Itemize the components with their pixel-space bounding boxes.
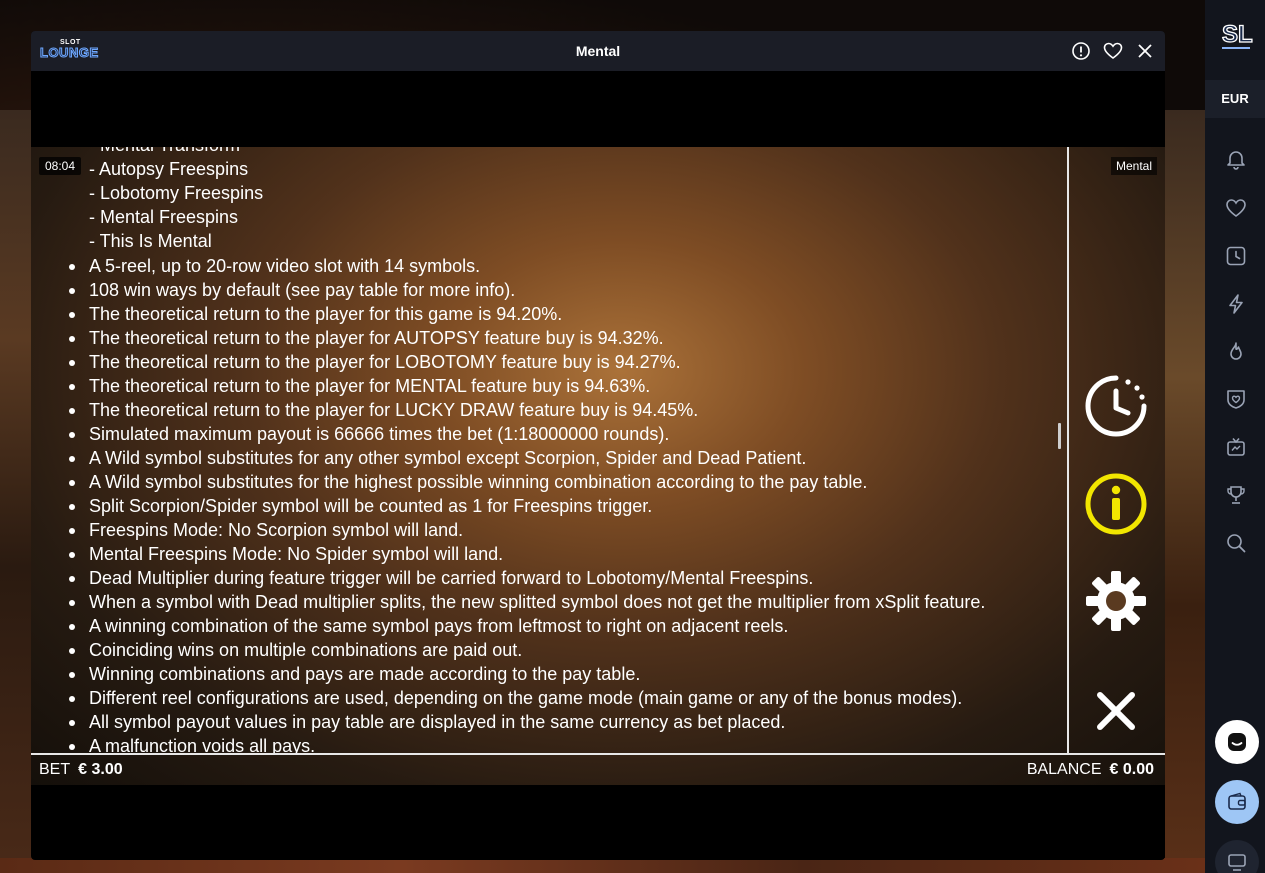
- live-tv-icon[interactable]: [1225, 436, 1247, 458]
- balance-value: € 0.00: [1109, 761, 1154, 778]
- close-rules-button[interactable]: [1083, 678, 1149, 744]
- report-icon[interactable]: [1071, 41, 1091, 61]
- chat-icon: [1228, 733, 1246, 751]
- sl-logo[interactable]: SL: [1219, 16, 1253, 52]
- rules-list-item: Coinciding wins on multiple combinations…: [68, 640, 523, 660]
- rules-list-item: Dead Multiplier during feature trigger w…: [68, 568, 814, 588]
- info-icon: [1085, 473, 1147, 535]
- favorite-heart-icon[interactable]: [1103, 41, 1123, 61]
- rules-list-item: A Wild symbol substitutes for any other …: [68, 448, 807, 468]
- search-icon[interactable]: [1225, 532, 1247, 554]
- rules-list-item: The theoretical return to the player for…: [68, 376, 651, 396]
- bet-display: BET € 3.00: [39, 761, 123, 779]
- window-title: Mental: [575, 43, 621, 59]
- rules-list-item: All symbol payout values in pay table ar…: [68, 712, 786, 732]
- rules-list-item: When a symbol with Dead multiplier split…: [68, 592, 986, 612]
- sl-logo-text: SL: [1222, 21, 1253, 48]
- clock: 08:04: [39, 157, 82, 175]
- rules-list-item: The theoretical return to the player for…: [69, 352, 681, 372]
- lightning-icon[interactable]: [1225, 293, 1247, 315]
- info-button[interactable]: [1083, 471, 1149, 537]
- background-left: [0, 110, 34, 873]
- rules-list-item: Split Scorpion/Spider symbol will be cou…: [68, 496, 653, 516]
- settings-button[interactable]: [1083, 568, 1149, 634]
- game-name-label: Mental: [1110, 157, 1157, 175]
- rules-list-item: Simulated maximum payout is 66666 times …: [68, 424, 670, 444]
- close-icon: [1097, 692, 1135, 730]
- rules-list-item: Mental Freespins Mode: No Spider symbol …: [68, 544, 504, 564]
- vertical-divider: [1067, 147, 1069, 753]
- background-bottom: [0, 858, 1205, 873]
- hot-flame-icon[interactable]: [1225, 341, 1247, 363]
- close-window-icon[interactable]: [1135, 41, 1155, 61]
- feature-sub-line: - Mental Freespins: [89, 207, 239, 227]
- feature-sub-line: - Lobotomy Freespins: [89, 183, 264, 203]
- rules-list-item: A winning combination of the same symbol…: [68, 616, 789, 636]
- rules-list-item: The theoretical return to the player for…: [68, 304, 563, 324]
- trophy-icon[interactable]: [1225, 484, 1247, 506]
- balance-label: BALANCE: [1026, 761, 1102, 778]
- loyalty-shield-icon[interactable]: [1225, 388, 1247, 410]
- feature-sub-line: - This Is Mental: [89, 231, 212, 251]
- rules-list-item: Winning combinations and pays are made a…: [68, 664, 641, 684]
- right-sidebar: SL EUR: [1205, 0, 1265, 873]
- game-rules-text[interactable]: - Mental Transform - Autopsy Freespins -…: [31, 147, 1061, 753]
- recent-clock-icon[interactable]: [1225, 245, 1247, 267]
- wallet-icon: [1228, 792, 1246, 810]
- feature-sub-line: - Autopsy Freespins: [89, 159, 249, 179]
- rules-list-item: A Wild symbol substitutes for the highes…: [68, 472, 868, 492]
- bet-label: BET: [39, 761, 71, 778]
- favorites-heart-icon[interactable]: [1225, 197, 1247, 219]
- bet-value: € 3.00: [78, 761, 123, 778]
- monitor-icon: [1228, 854, 1246, 871]
- support-chat-button[interactable]: [1215, 720, 1259, 764]
- notifications-bell-icon[interactable]: [1225, 148, 1247, 170]
- rules-list-item: Freespins Mode: No Scorpion symbol will …: [68, 520, 464, 540]
- rules-scrollbar[interactable]: [1058, 423, 1061, 449]
- background-right: [1165, 110, 1205, 873]
- game-window: SLOT LOUNGE Mental - Mental Transform - …: [31, 31, 1165, 860]
- rules-list-item: The theoretical return to the player for…: [68, 400, 699, 420]
- currency-selector[interactable]: EUR: [1205, 80, 1265, 118]
- rules-list-item: Different reel configurations are used, …: [68, 688, 963, 708]
- rules-list-item: A malfunction voids all pays.: [68, 734, 315, 753]
- rules-list-item: The theoretical return to the player for…: [69, 328, 664, 348]
- rules-list-item: 108 win ways by default (see pay table f…: [68, 280, 516, 300]
- history-button[interactable]: [1083, 373, 1149, 439]
- bet-balance-bar: BET € 3.00 BALANCE € 0.00: [31, 755, 1165, 785]
- feature-sub-line: - Mental Transform: [89, 147, 240, 156]
- game-area: - Mental Transform - Autopsy Freespins -…: [31, 147, 1165, 785]
- titlebar: SLOT LOUNGE Mental: [31, 31, 1165, 71]
- balance-display: BALANCE € 0.00: [1027, 761, 1154, 779]
- gear-icon: [1086, 571, 1146, 631]
- history-clock-icon: [1085, 375, 1147, 437]
- display-mode-button[interactable]: [1215, 840, 1259, 873]
- rules-list-item: A 5-reel, up to 20-row video slot with 1…: [68, 256, 481, 276]
- wallet-button[interactable]: [1215, 780, 1259, 824]
